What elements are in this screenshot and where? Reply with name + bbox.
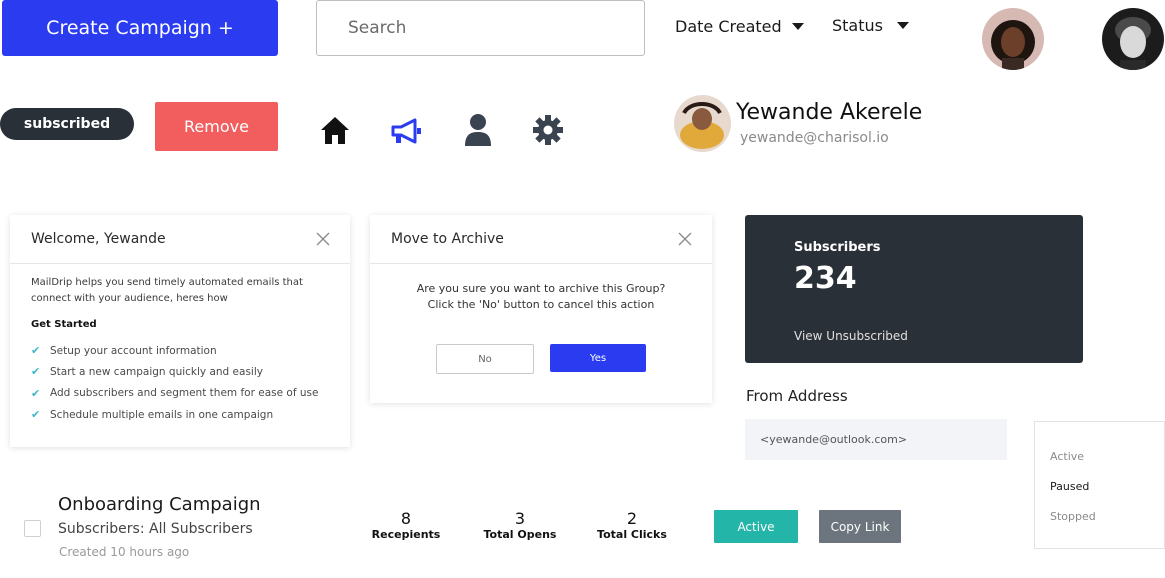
avatar[interactable] [1102,8,1164,70]
archive-message-line: Are you sure you want to archive this Gr… [416,282,666,295]
check-icon: ✔ [31,386,41,400]
from-address-field[interactable] [745,419,1007,460]
stat-label: Recepients [371,528,441,541]
welcome-card-title: Welcome, Yewande [10,215,350,264]
archive-message-line: Click the 'No' button to cancel this act… [427,298,655,311]
remove-button[interactable]: Remove [155,102,278,151]
stat-total-clicks: 2 Total Clicks [592,510,672,542]
subscribers-card: Subscribers 234 View Unsubscribed [745,215,1083,363]
close-icon[interactable] [316,232,330,246]
subscribers-count: 234 [794,261,857,296]
status-option-active[interactable]: Active [1050,450,1084,463]
campaign-created: Created 10 hours ago [59,545,190,559]
stat-label: Total Opens [483,528,557,541]
check-icon: ✔ [31,365,41,379]
megaphone-icon[interactable] [389,114,423,148]
status-menu: Active Paused Stopped [1034,421,1165,549]
date-created-dropdown[interactable]: Date Created [675,17,804,36]
profile-email: yewande@charisol.io [740,130,889,146]
campaign-title[interactable]: Onboarding Campaign [58,494,261,515]
stat-value: 8 [400,509,412,528]
copy-link-button[interactable]: Copy Link [819,510,901,543]
profile-avatar[interactable] [674,95,731,152]
step-label: Setup your account information [50,344,217,357]
step-label: Start a new campaign quickly and easily [50,365,263,378]
campaign-status-button[interactable]: Active [714,510,798,543]
check-icon: ✔ [31,408,41,422]
yes-button[interactable]: Yes [550,344,646,372]
status-option-paused[interactable]: Paused [1050,480,1089,493]
step-label: Schedule multiple emails in one campaign [50,408,274,421]
stat-label: Total Clicks [597,528,667,541]
caret-down-icon [791,23,804,30]
stat-recipients: 8 Recepients [370,510,442,542]
subscribed-badge: subscribed [0,108,134,140]
avatar[interactable] [982,8,1044,70]
welcome-intro: MailDrip helps you send timely automated… [31,277,303,304]
archive-message: Are you sure you want to archive this Gr… [370,281,712,313]
check-icon: ✔ [31,344,41,358]
stat-value: 2 [626,509,638,528]
subscribers-label: Subscribers [794,240,881,255]
status-dropdown[interactable]: Status [832,16,909,35]
profile-name: Yewande Akerele [736,100,923,125]
stat-total-opens: 3 Total Opens [480,510,560,542]
campaign-subscribers: Subscribers: All Subscribers [58,521,253,537]
close-icon[interactable] [678,232,692,246]
no-button[interactable]: No [436,344,534,374]
archive-dialog: Move to Archive Are you sure you want to… [370,215,712,403]
search-input[interactable] [316,0,645,56]
campaign-checkbox[interactable] [24,520,41,537]
user-icon[interactable] [462,113,494,147]
from-address-label: From Address [746,387,848,405]
archive-dialog-title: Move to Archive [370,215,712,264]
view-unsubscribed-link[interactable]: View Unsubscribed [794,329,908,343]
welcome-card: Welcome, Yewande MailDrip helps you send… [10,215,350,447]
gear-icon[interactable] [531,113,565,147]
get-started-heading: Get Started [31,319,97,330]
caret-down-icon [896,22,909,29]
list-item: ✔ Start a new campaign quickly and easily [31,361,321,382]
stat-value: 3 [514,509,526,528]
status-label: Status [832,16,883,35]
status-option-stopped[interactable]: Stopped [1050,510,1096,523]
home-icon[interactable] [318,113,352,147]
step-label: Add subscribers and segment them for eas… [50,387,319,400]
list-item: ✔ Setup your account information [31,340,321,361]
date-created-label: Date Created [675,17,782,36]
create-campaign-button[interactable]: Create Campaign + [2,0,278,56]
list-item: ✔ Add subscribers and segment them for ea… [31,383,321,404]
list-item: ✔ Schedule multiple emails in one campaig… [31,404,321,425]
